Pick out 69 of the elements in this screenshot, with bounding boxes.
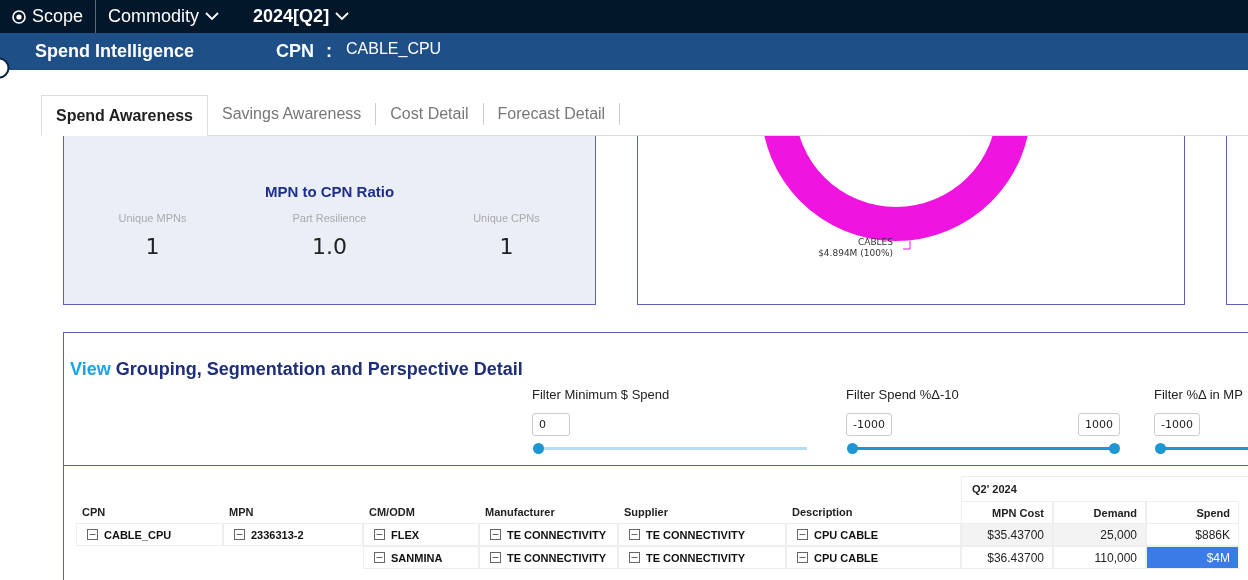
collapse-icon[interactable] [87, 529, 98, 540]
table-cell: 110,000 [1053, 546, 1146, 569]
filter-label: Filter %Δ in MP [1154, 387, 1244, 402]
collapse-icon[interactable] [629, 552, 640, 563]
table-cell: $4M [1146, 546, 1239, 569]
tab[interactable]: Forecast Detail [483, 103, 621, 125]
table-cell: $886K [1146, 523, 1239, 546]
table-cell: TE CONNECTIVITY [479, 546, 618, 569]
table-cell: CPU CABLE [786, 546, 961, 569]
table-cell: FLEX [363, 523, 479, 546]
column-header: CPN [81, 505, 107, 520]
chevron-down-icon[interactable] [335, 12, 350, 21]
metric-value: 1.0 [312, 234, 347, 259]
slice-value-label: $4.894M (100%) [818, 248, 893, 258]
metric-label: Unique CPNs [473, 212, 540, 224]
section-title: View Grouping, Segmentation and Perspective Detail [70, 359, 524, 380]
separator: : [326, 41, 332, 62]
column-header: Description [791, 505, 854, 520]
collapse-icon[interactable] [629, 529, 640, 540]
table-cell: TE CONNECTIVITY [618, 546, 786, 569]
target-icon [12, 9, 26, 24]
table-cell: TE CONNECTIVITY [618, 523, 786, 546]
collapse-icon[interactable] [234, 529, 245, 540]
tab[interactable]: Cost Detail [376, 103, 484, 125]
column-header: Supplier [623, 505, 669, 520]
collapse-icon[interactable] [490, 552, 501, 563]
metric-value: 1 [145, 234, 160, 259]
column-header: CM/ODM [368, 505, 416, 520]
scope-button[interactable]: Scope [32, 6, 84, 27]
cpn-label: CPN [276, 41, 314, 62]
slider[interactable] [847, 443, 1120, 454]
slice-label: CABLES [857, 237, 893, 247]
group-header: Q2' 2024 [961, 476, 1248, 501]
table-cell: CABLE_CPU [76, 523, 223, 546]
collapse-icon[interactable] [797, 529, 808, 540]
card-title: MPN to CPN Ratio [264, 183, 395, 200]
slider-thumb[interactable] [1109, 443, 1120, 454]
column-header: MPN [228, 505, 255, 520]
metric-label: Part Resilience [292, 212, 367, 224]
collapse-icon[interactable] [374, 552, 385, 563]
min-input[interactable]: -1000 [846, 413, 892, 436]
table-cell: 2336313-2 [223, 523, 363, 546]
filter-label: Filter Minimum $ Spend [532, 387, 671, 402]
tab[interactable]: Savings Awareness [207, 103, 377, 125]
commodity-dropdown[interactable]: Commodity [108, 6, 200, 27]
slider-thumb[interactable] [533, 443, 544, 454]
slider-thumb[interactable] [847, 443, 858, 454]
collapse-icon[interactable] [797, 552, 808, 563]
table-cell: TE CONNECTIVITY [479, 523, 618, 546]
max-input[interactable]: 1000 [1078, 413, 1120, 436]
leader-line [902, 240, 911, 250]
cpn-value: CABLE_CPU [346, 39, 442, 58]
table-cell: SANMINA [363, 546, 479, 569]
period-dropdown[interactable]: 2024[Q2] [253, 6, 330, 27]
chevron-down-icon[interactable] [205, 12, 220, 21]
collapse-icon[interactable] [374, 529, 385, 540]
metric-value: 1 [499, 234, 514, 259]
column-header: Manufacturer [484, 505, 556, 520]
filter-label: Filter Spend %Δ-10 [846, 387, 960, 402]
metric-label: Unique MPNs [118, 212, 187, 224]
collapse-icon[interactable] [490, 529, 501, 540]
app-title: Spend Intelligence [35, 41, 196, 62]
min-input[interactable]: 0 [532, 413, 570, 436]
table-cell: 25,000 [1053, 523, 1146, 546]
min-input[interactable]: -1000 [1154, 413, 1200, 436]
table-cell: CPU CABLE [786, 523, 961, 546]
table-cell: $36.43700 [961, 546, 1053, 569]
table-cell: $35.43700 [961, 523, 1053, 546]
tab[interactable]: Spend Awareness [41, 95, 208, 136]
